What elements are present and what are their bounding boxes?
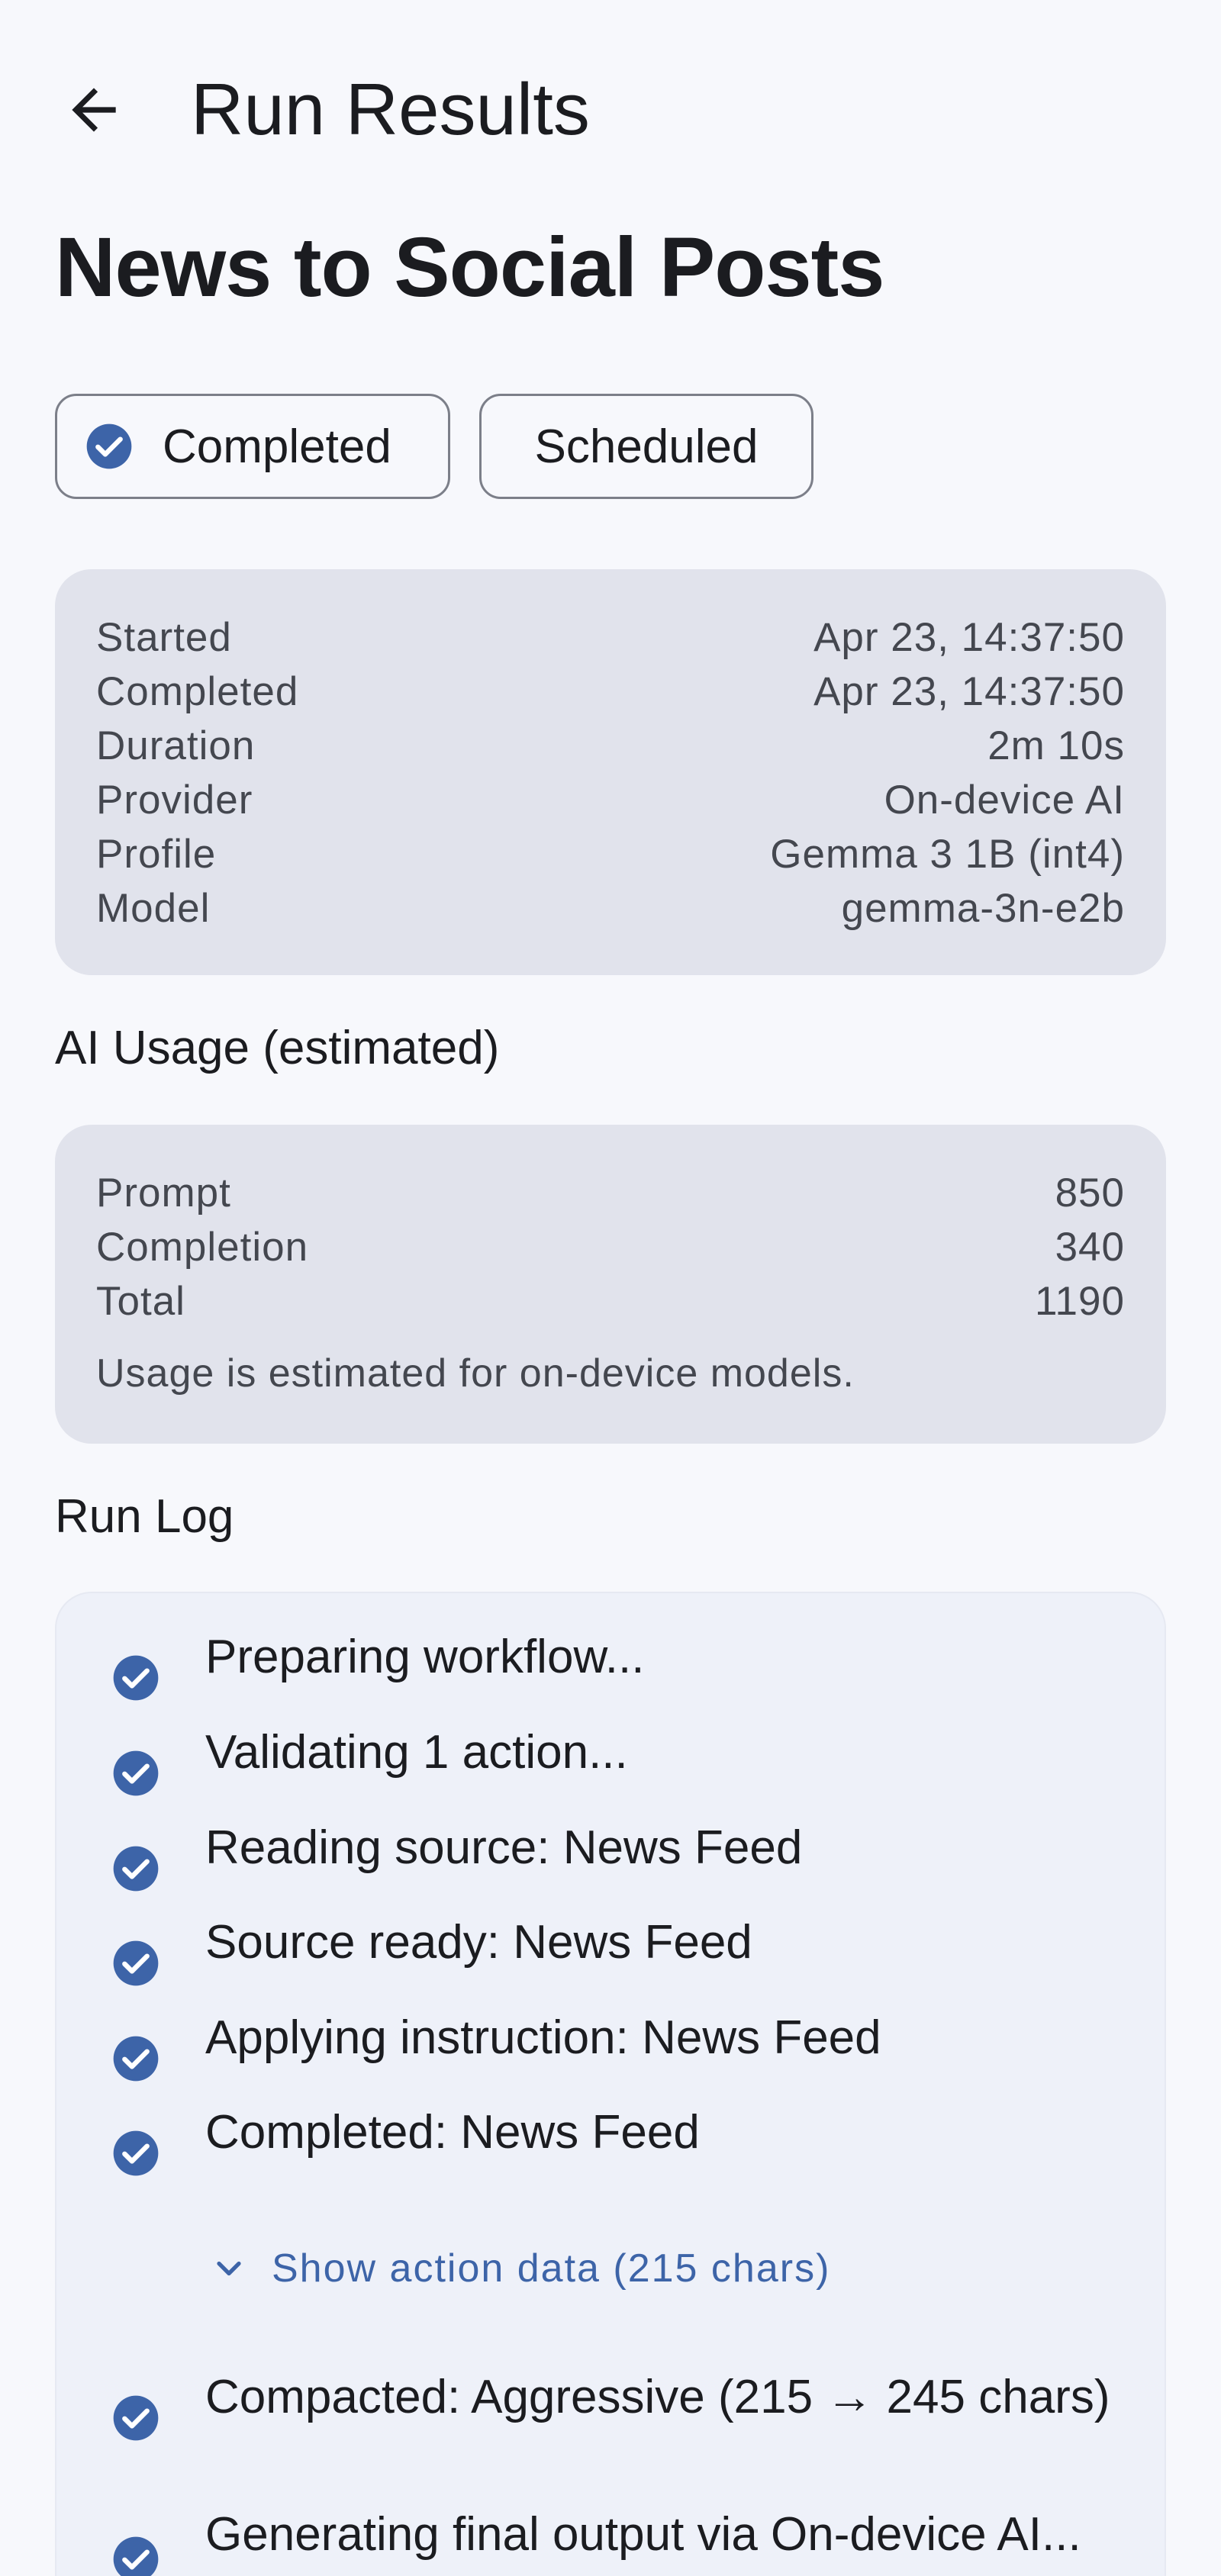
usage-row: Prompt 850 xyxy=(96,1166,1125,1220)
log-text: Source ready: News Feed xyxy=(205,1916,752,1969)
screen-title: Run Results xyxy=(191,69,590,150)
chip-label: Scheduled xyxy=(534,420,759,473)
status-chip-completed[interactable]: Completed xyxy=(55,394,450,499)
detail-row: Provider On-device AI xyxy=(96,773,1125,827)
usage-note: Usage is estimated for on-device models. xyxy=(96,1351,855,1396)
log-text: Compacted: Aggressive (215 → 245 chars) xyxy=(205,2371,1110,2423)
check-circle-icon xyxy=(86,423,132,469)
detail-row: Duration 2m 10s xyxy=(96,719,1125,773)
detail-label: Completed xyxy=(96,669,299,714)
log-text: Validating 1 action... xyxy=(205,1726,628,1779)
usage-label: Prompt xyxy=(96,1170,231,1216)
run-log-card: Preparing workflow... Validating 1 actio… xyxy=(55,1592,1166,2576)
usage-value: 340 xyxy=(1055,1225,1125,1270)
usage-label: Total xyxy=(96,1279,185,1324)
check-circle-icon xyxy=(113,2036,159,2082)
show-action-data-toggle[interactable]: Show action data (215 chars) xyxy=(209,2234,830,2303)
usage-card: Prompt 850 Completion 340 Total 1190 Usage … xyxy=(55,1125,1166,1444)
detail-value: Gemma 3 1B (int4) xyxy=(770,832,1125,877)
detail-label: Profile xyxy=(96,832,217,877)
usage-row: Total 1190 xyxy=(96,1274,1125,1328)
detail-value: On-device AI xyxy=(884,778,1125,823)
trigger-chip-scheduled[interactable]: Scheduled xyxy=(479,394,813,499)
usage-row: Completion 340 xyxy=(96,1220,1125,1274)
arrow-back-icon xyxy=(72,88,116,132)
detail-label: Started xyxy=(96,615,232,660)
detail-row: Started Apr 23, 14:37:50 xyxy=(96,610,1125,665)
log-text: Applying instruction: News Feed xyxy=(205,2011,881,2064)
check-circle-icon xyxy=(113,2395,159,2441)
show-action-data-label: Show action data (215 chars) xyxy=(272,2246,831,2291)
run-details-card: Started Apr 23, 14:37:50 Completed Apr 23,… xyxy=(55,569,1166,975)
chevron-down-icon xyxy=(217,2261,241,2276)
log-text: Preparing workflow... xyxy=(205,1631,645,1683)
run-results-screen: Run Results News to Social Posts Complet… xyxy=(0,0,1221,2576)
check-circle-icon xyxy=(113,1940,159,1986)
log-text: Generating final output via On-device AI… xyxy=(205,2508,1081,2561)
log-text: Reading source: News Feed xyxy=(205,1821,803,1874)
detail-label: Provider xyxy=(96,778,253,823)
detail-value: gemma-3n-e2b xyxy=(841,886,1125,931)
detail-row: Model gemma-3n-e2b xyxy=(96,881,1125,935)
check-circle-icon xyxy=(113,1750,159,1796)
check-circle-icon xyxy=(113,2536,159,2576)
check-circle-icon xyxy=(113,1655,159,1701)
log-text: Completed: News Feed xyxy=(205,2106,700,2159)
usage-value: 850 xyxy=(1055,1170,1125,1216)
back-button[interactable] xyxy=(46,67,142,153)
check-circle-icon xyxy=(113,1846,159,1892)
detail-label: Duration xyxy=(96,723,256,768)
detail-row: Profile Gemma 3 1B (int4) xyxy=(96,827,1125,881)
top-app-bar: Run Results xyxy=(0,46,1221,174)
check-circle-icon xyxy=(113,2130,159,2176)
workflow-title: News to Social Posts xyxy=(55,221,884,314)
detail-value: 2m 10s xyxy=(987,723,1125,768)
usage-heading: AI Usage (estimated) xyxy=(55,1022,500,1074)
run-log-heading: Run Log xyxy=(55,1490,234,1543)
chip-label: Completed xyxy=(163,420,391,473)
detail-label: Model xyxy=(96,886,211,931)
usage-label: Completion xyxy=(96,1225,309,1270)
detail-row: Completed Apr 23, 14:37:50 xyxy=(96,665,1125,719)
usage-value: 1190 xyxy=(1035,1279,1125,1324)
detail-value: Apr 23, 14:37:50 xyxy=(813,669,1125,714)
detail-value: Apr 23, 14:37:50 xyxy=(813,615,1125,660)
